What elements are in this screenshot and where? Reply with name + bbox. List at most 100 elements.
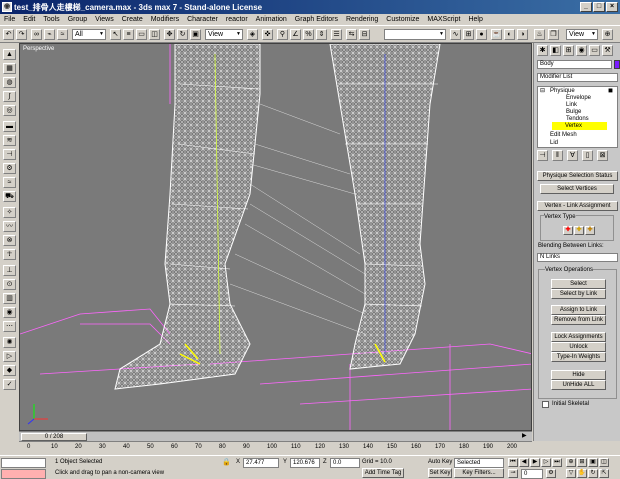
pivot-icon[interactable]: ◈ [247, 29, 258, 40]
show-end-result-icon[interactable]: ‖ [552, 150, 563, 161]
snap-icon[interactable]: ⚲ [277, 29, 288, 40]
fracture-icon[interactable]: ✧ [3, 207, 16, 218]
play-icon[interactable]: ▶ [530, 458, 540, 467]
spring-icon[interactable]: ≋ [3, 135, 16, 146]
bind-spacewarp-icon[interactable]: ≈ [57, 29, 68, 40]
max-listener-field[interactable] [1, 458, 46, 468]
teapot-icon[interactable]: ♨ [534, 29, 545, 40]
motor-icon[interactable]: ⚙ [3, 163, 16, 174]
constraint-solver-icon[interactable]: ⊗ [3, 235, 16, 246]
menu-file[interactable]: File [4, 16, 15, 23]
type-in-weights-button[interactable]: Type-In Weights [551, 352, 606, 362]
mirror-icon[interactable]: ⇆ [346, 29, 357, 40]
utilities-tab-icon[interactable]: ⚒ [602, 45, 613, 56]
schematic-view-icon[interactable]: ⊞ [463, 29, 474, 40]
current-frame-field[interactable]: 0 [521, 469, 543, 479]
named-selection-dropdown[interactable] [384, 29, 446, 40]
stack-item-edit-mesh[interactable]: Edit Mesh [550, 131, 577, 139]
time-config-icon[interactable]: ⚙ [546, 469, 556, 478]
quick-render-icon[interactable]: ◐ [504, 29, 515, 40]
create-animation-icon[interactable]: ◆ [3, 365, 16, 376]
minimize-button[interactable]: _ [580, 2, 592, 12]
initial-skeletal-checkbox[interactable] [542, 401, 549, 408]
next-frame-icon[interactable]: ▶ [522, 432, 527, 439]
time-slider-thumb[interactable]: 0 / 208 [21, 433, 87, 441]
percent-snap-icon[interactable]: % [303, 29, 314, 40]
menu-reactor[interactable]: reactor [226, 16, 248, 23]
fov-icon[interactable]: ▽ [566, 469, 576, 478]
deforming-mesh-icon[interactable]: ◎ [3, 105, 16, 116]
link-icon[interactable]: ∞ [31, 29, 42, 40]
arc-rotate-icon[interactable]: ↻ [588, 469, 598, 478]
menu-group[interactable]: Group [68, 16, 87, 23]
lock-assignments-button[interactable]: Lock Assignments [551, 332, 606, 342]
select-button[interactable]: Select [551, 279, 606, 289]
ref-coord-dropdown[interactable]: View [205, 29, 243, 40]
physique-selection-rollout[interactable]: Physique Selection Status [537, 171, 618, 181]
angle-snap-icon[interactable]: ∠ [290, 29, 301, 40]
menu-maxscript[interactable]: MAXScript [427, 16, 460, 23]
point-point-icon[interactable]: ⊙ [3, 279, 16, 290]
named-sets-icon[interactable]: ☰ [331, 29, 342, 40]
zoom-all-icon[interactable]: ⊞ [577, 458, 587, 467]
stack-item-vertex[interactable]: Vertex [552, 122, 607, 130]
rotate-icon[interactable]: ↻ [177, 29, 188, 40]
viewport-dropdown[interactable]: View [566, 29, 598, 40]
pin-stack-icon[interactable]: ⊣ [537, 150, 548, 161]
object-color-swatch[interactable] [614, 60, 620, 69]
root-vertex-icon[interactable]: ✚ [585, 226, 595, 235]
display-tab-icon[interactable]: ▭ [589, 45, 600, 56]
pan-icon[interactable]: ✋ [577, 469, 587, 478]
dashpot-icon[interactable]: ⊣ [3, 149, 16, 160]
remove-modifier-icon[interactable]: ▯ [582, 150, 593, 161]
wind-icon[interactable]: ≈ [3, 177, 16, 188]
preview-icon[interactable]: ▷ [3, 351, 16, 362]
previous-frame-icon[interactable]: ◀ [519, 458, 529, 467]
create-tab-icon[interactable]: ✱ [537, 45, 548, 56]
modify-tab-icon[interactable]: ◧ [550, 45, 561, 56]
key-filters-button[interactable]: Key Filters... [454, 468, 504, 478]
add-time-tag-button[interactable]: Add Time Tag [362, 468, 404, 478]
water-icon[interactable]: 〰 [3, 221, 16, 232]
region-select-icon[interactable]: ▭ [136, 29, 147, 40]
scale-icon[interactable]: ▣ [190, 29, 201, 40]
zoom-viewport-icon[interactable]: ⊕ [566, 458, 576, 467]
object-name-field[interactable]: Body [537, 60, 612, 69]
curve-editor-icon[interactable]: ∿ [450, 29, 461, 40]
key-mode-dropdown[interactable]: Selected [454, 458, 504, 468]
render-scene-icon[interactable]: ☕ [491, 29, 502, 40]
motion-tab-icon[interactable]: ◉ [576, 45, 587, 56]
set-key-button[interactable]: Set Key [428, 468, 452, 478]
vertex-link-rollout[interactable]: Vertex - Link Assignment [537, 201, 618, 211]
menu-modifiers[interactable]: Modifiers [151, 16, 179, 23]
window-crossing-icon[interactable]: ◫ [149, 29, 160, 40]
perspective-viewport[interactable]: Perspective [19, 43, 532, 431]
ragdoll-icon[interactable]: ☥ [3, 249, 16, 260]
move-icon[interactable]: ✥ [164, 29, 175, 40]
zoom-icon[interactable]: ⊕ [602, 29, 613, 40]
x-coord-field[interactable]: 27.477 [243, 458, 279, 468]
menu-views[interactable]: Views [95, 16, 114, 23]
go-to-end-icon[interactable]: ⏭ [552, 458, 562, 467]
cloth-icon[interactable]: ▦ [3, 63, 16, 74]
go-to-start-icon[interactable]: ⏮ [508, 458, 518, 467]
car-wheel-icon[interactable]: ◉ [3, 307, 16, 318]
select-by-link-button[interactable]: Select by Link [551, 289, 606, 299]
active-shade-icon[interactable]: ◑ [517, 29, 528, 40]
app-icon[interactable]: ◉ [2, 2, 12, 12]
stack-item-lid[interactable]: Lid [550, 139, 558, 147]
rigid-body-icon[interactable]: ▲ [3, 49, 16, 60]
z-coord-field[interactable]: 0.0 [330, 458, 360, 468]
menu-create[interactable]: Create [122, 16, 143, 23]
deformable-vertex-icon[interactable]: ✚ [574, 226, 584, 235]
menu-tools[interactable]: Tools [43, 16, 59, 23]
menu-customize[interactable]: Customize [386, 16, 419, 23]
maximize-button[interactable]: □ [593, 2, 605, 12]
menu-animation[interactable]: Animation [256, 16, 287, 23]
y-coord-field[interactable]: 120.676 [290, 458, 320, 468]
fan-icon[interactable]: ✺ [3, 337, 16, 348]
soft-body-icon[interactable]: ◍ [3, 77, 16, 88]
menu-help[interactable]: Help [468, 16, 482, 23]
maximize-viewport-icon[interactable]: ⇱ [599, 469, 609, 478]
close-button[interactable]: × [606, 2, 618, 12]
